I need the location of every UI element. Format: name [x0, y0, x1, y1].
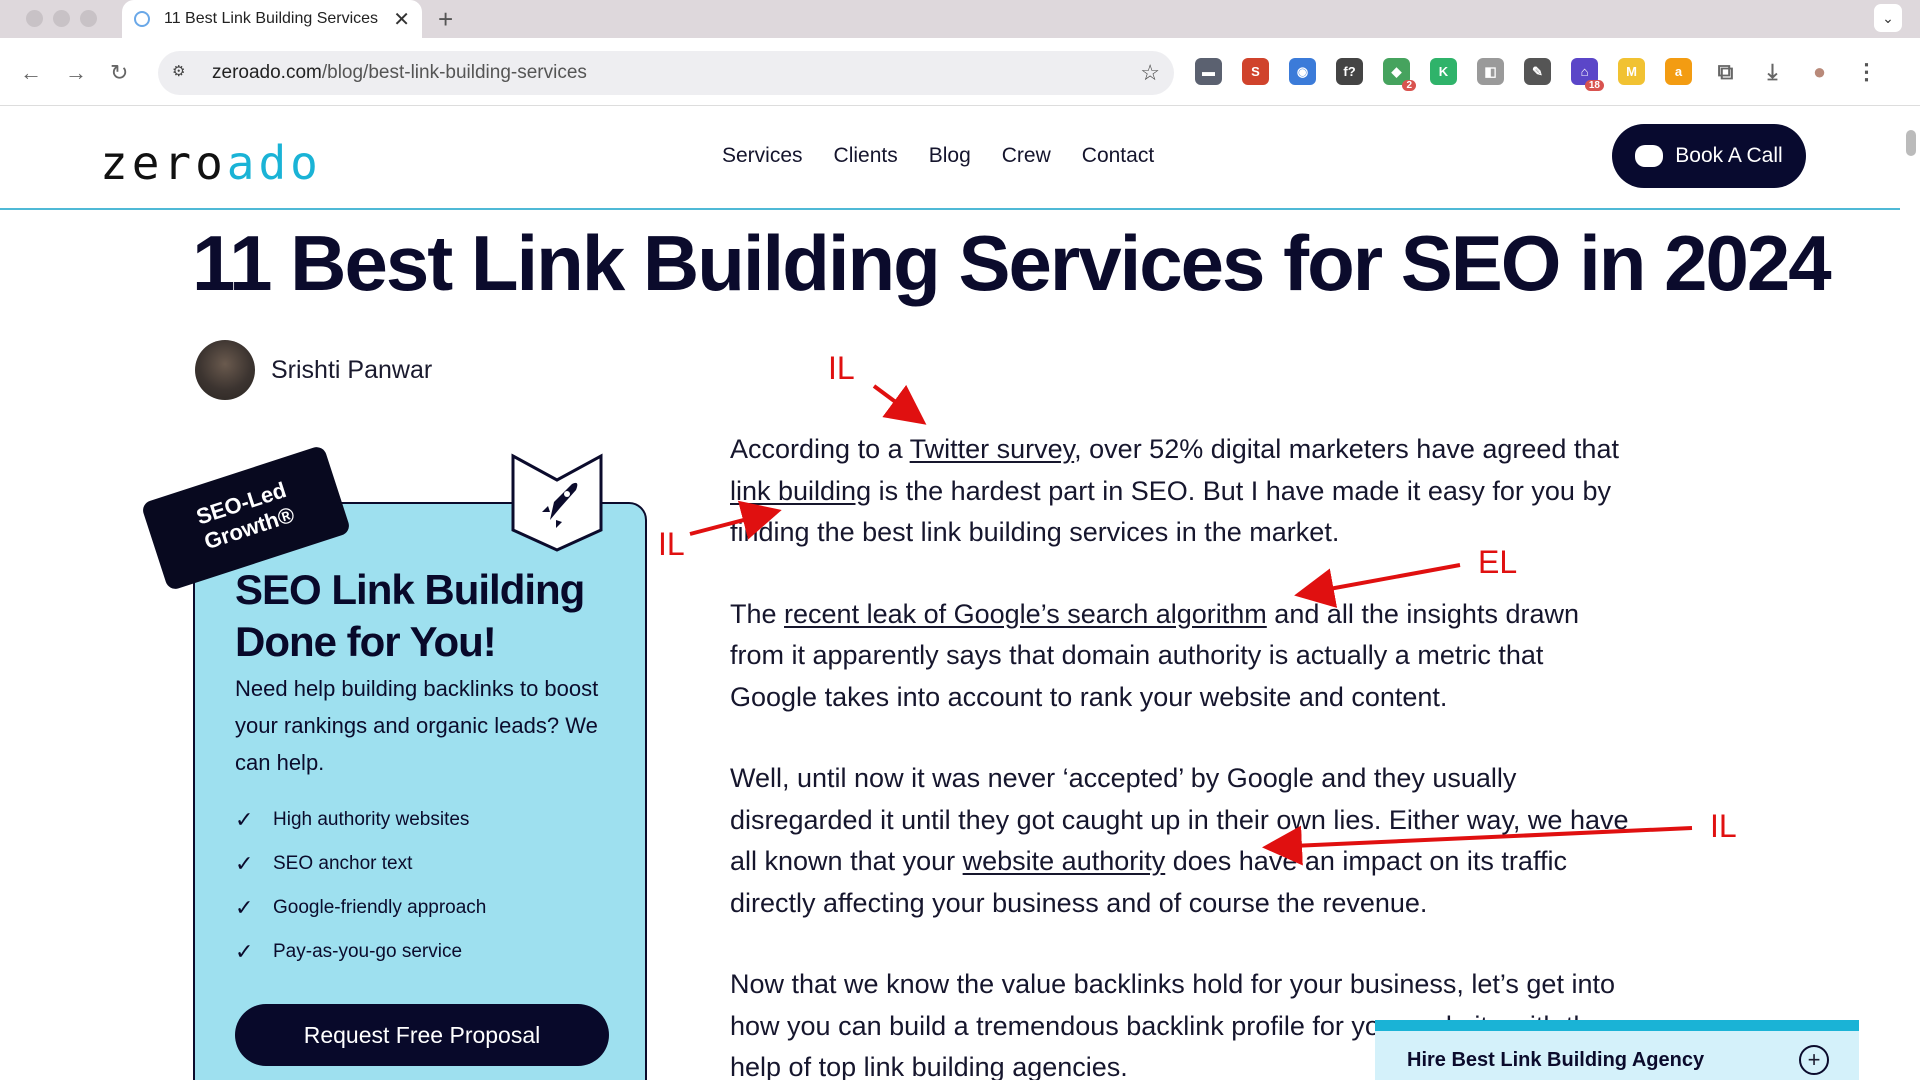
tab-title: 11 Best Link Building Services: [164, 10, 379, 27]
home-extension-icon[interactable]: ⌂ 18: [1571, 58, 1604, 91]
chrome-color-icon[interactable]: ◉: [1289, 58, 1316, 85]
browser-toolbar: ← → ↻ ⚙ zeroado.com/blog/best-link-build…: [0, 38, 1920, 106]
bookmark-star-icon[interactable]: ☆: [1140, 60, 1160, 86]
pen-icon[interactable]: ✎: [1524, 58, 1551, 85]
download-icon[interactable]: ⤓: [1759, 58, 1786, 85]
reload-button[interactable]: ↻: [110, 60, 128, 86]
url-text: zeroado.com/blog/best-link-building-serv…: [212, 62, 587, 83]
multi-extension-icon[interactable]: ◆ 2: [1383, 58, 1416, 91]
tab-search-button[interactable]: ⌄: [1874, 4, 1902, 32]
menu-kebab-icon[interactable]: ⋮: [1853, 58, 1880, 85]
extensions-puzzle-icon[interactable]: ⧉: [1712, 58, 1739, 85]
folder-icon[interactable]: ▬: [1195, 58, 1222, 85]
arrow-to-website-authority: [1262, 825, 1693, 866]
webpage: zeroado Services Clients Blog Crew Contact B…: [0, 106, 1920, 1080]
minimize-window-button[interactable]: [53, 10, 70, 27]
new-tab-button[interactable]: +: [438, 4, 453, 35]
annotation-arrows: [689, 384, 1693, 866]
address-bar[interactable]: ⚙ zeroado.com/blog/best-link-building-se…: [158, 51, 1174, 95]
back-button[interactable]: ←: [20, 60, 42, 86]
a-extension-icon[interactable]: a: [1665, 58, 1692, 85]
window-controls: [26, 10, 97, 27]
site-settings-icon[interactable]: ⚙: [172, 62, 194, 84]
arrow-to-twitter-survey: [872, 384, 927, 425]
extension-badge: 18: [1584, 80, 1604, 91]
profile-avatar-icon[interactable]: ●: [1806, 58, 1833, 85]
close-window-button[interactable]: [26, 10, 43, 27]
extension-badge: 2: [1402, 80, 1416, 91]
forward-button[interactable]: →: [65, 60, 87, 86]
browser-tab-active[interactable]: 11 Best Link Building Services ✕: [122, 0, 422, 38]
browser-tab-strip: 11 Best Link Building Services ✕ + ⌄: [0, 0, 1920, 38]
m-extension-icon[interactable]: M: [1618, 58, 1645, 85]
extensions-bar: ▬ S ◉ f? ◆ 2 K ◧ ✎ ⌂ 18 Ma ⧉ ⤓ ● ⋮: [1195, 58, 1880, 91]
arrow-to-google-leak: [1294, 563, 1461, 608]
loading-favicon-icon: [134, 11, 150, 27]
k-extension-icon[interactable]: K: [1430, 58, 1457, 85]
puzzle-grey-icon[interactable]: ◧: [1477, 58, 1504, 85]
close-tab-icon[interactable]: ✕: [393, 7, 410, 32]
maximize-window-button[interactable]: [80, 10, 97, 27]
arrow-to-link-building: [689, 500, 782, 540]
seo-extension-icon[interactable]: S: [1242, 58, 1269, 85]
font-extension-icon[interactable]: f?: [1336, 58, 1363, 85]
